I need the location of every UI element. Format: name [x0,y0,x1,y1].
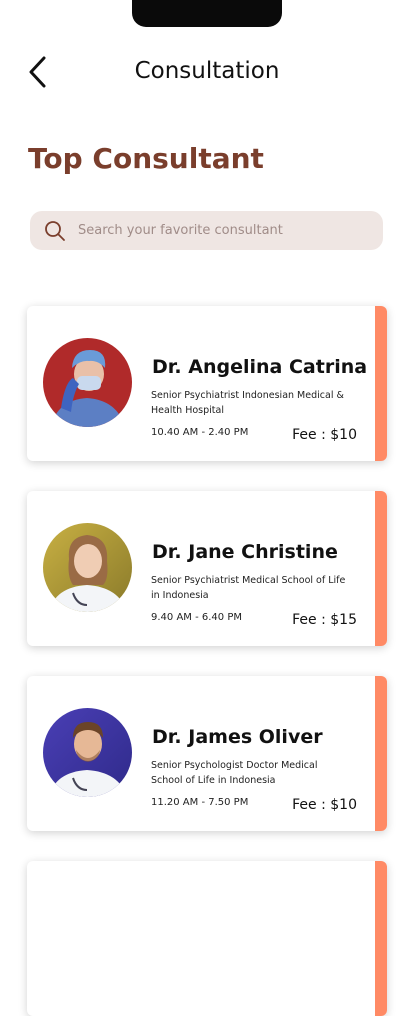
consultant-card[interactable]: Dr. James Oliver Senior Psychologist Doc… [27,676,387,831]
consultant-card[interactable]: Dr. Angelina Catrina Senior Psychiatrist… [27,306,387,461]
doctor-hours: 9.40 AM - 6.40 PM [151,612,242,623]
doctor-hours: 10.40 AM - 2.40 PM [151,427,249,438]
avatar [43,708,132,797]
doctor-name: Dr. James Oliver [152,726,323,748]
doctor-description: Senior Psychiatrist Indonesian Medical &… [151,390,344,416]
doctor-name: Dr. Jane Christine [152,541,338,563]
section-title: Top Consultant [28,142,264,175]
doctor-fee: Fee : $10 [292,427,357,443]
search-icon [44,220,66,242]
phone-notch [132,0,282,27]
search-bar[interactable] [30,211,383,250]
card-accent [375,491,387,646]
search-input[interactable] [76,222,370,239]
doctor-name: Dr. Angelina Catrina [152,356,368,378]
card-accent [375,676,387,831]
page-title: Consultation [134,58,280,84]
doctor-fee: Fee : $15 [292,612,357,628]
avatar [43,523,132,612]
app-header: Consultation [0,48,414,96]
doctor-description: Senior Psychiatrist Medical School of Li… [151,575,346,601]
card-accent [375,306,387,461]
doctor-fee: Fee : $10 [292,797,357,813]
card-accent [375,861,387,1016]
consultant-card[interactable] [27,861,387,1016]
avatar [43,338,132,427]
doctor-description: Senior Psychologist Doctor Medical Schoo… [151,760,318,786]
consultant-card[interactable]: Dr. Jane Christine Senior Psychiatrist M… [27,491,387,646]
doctor-hours: 11.20 AM - 7.50 PM [151,797,249,808]
